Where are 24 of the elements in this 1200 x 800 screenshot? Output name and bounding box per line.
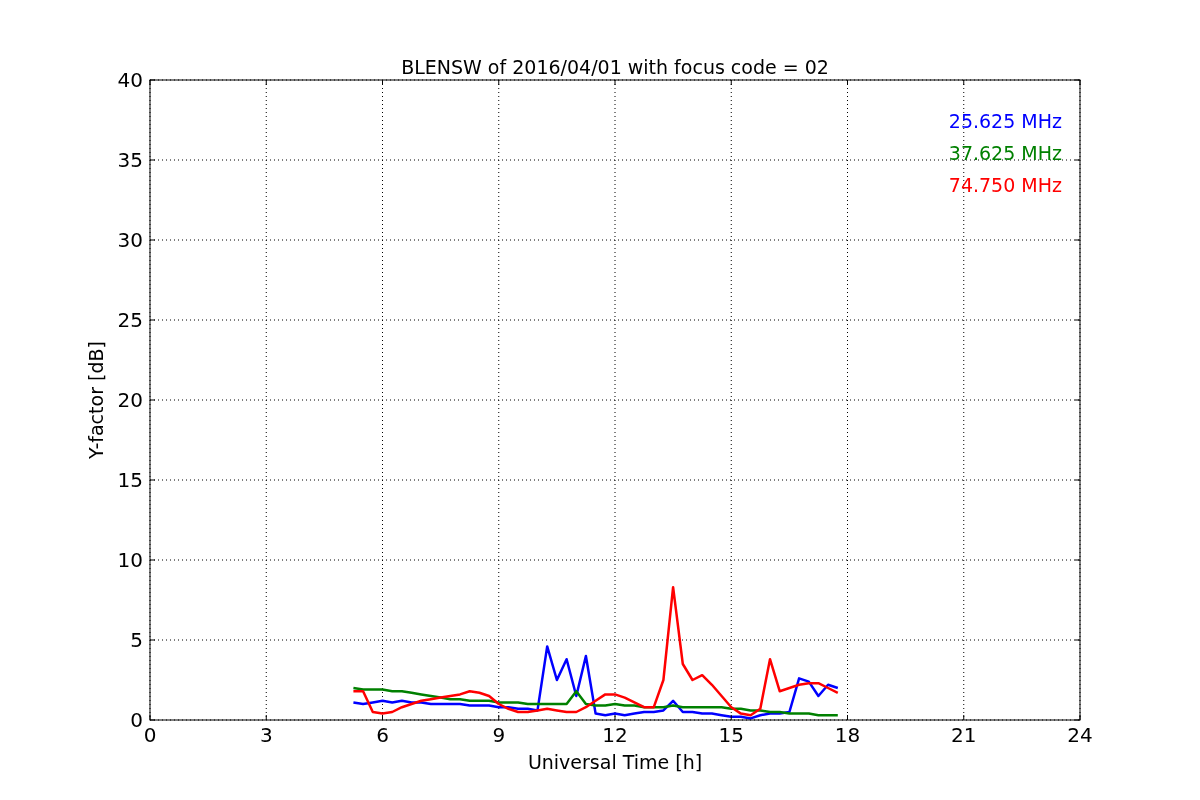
tick-label: 0 (143, 723, 157, 747)
tick-label: 0 (130, 708, 143, 732)
chart-title: BLENSW of 2016/04/01 with focus code = 02 (401, 56, 829, 78)
legend-label: 74.750 MHz (948, 174, 1062, 196)
tick-label: 18 (834, 723, 861, 747)
tick-label: 24 (1067, 723, 1093, 747)
tick-label: 40 (117, 68, 143, 92)
tick-label: 25 (117, 308, 143, 332)
tick-label: 35 (117, 148, 143, 172)
legend-label: 37.625 MHz (948, 142, 1062, 164)
tick-label: 3 (259, 723, 273, 747)
tick-label: 21 (951, 723, 977, 747)
tick-label: 6 (376, 723, 389, 747)
tick-label: 15 (117, 468, 143, 492)
tick-label: 12 (602, 723, 628, 747)
tick-label: 30 (117, 228, 143, 252)
tick-label: 20 (117, 388, 143, 412)
x-axis-label: Universal Time [h] (527, 751, 703, 773)
tick-label: 5 (130, 628, 143, 652)
tick-label: 10 (117, 548, 143, 572)
tick-label: 9 (492, 723, 506, 747)
tick-label: 15 (718, 723, 744, 747)
y-axis-label: Y-factor [dB] (85, 341, 107, 459)
legend-label: 25.625 MHz (948, 110, 1062, 132)
